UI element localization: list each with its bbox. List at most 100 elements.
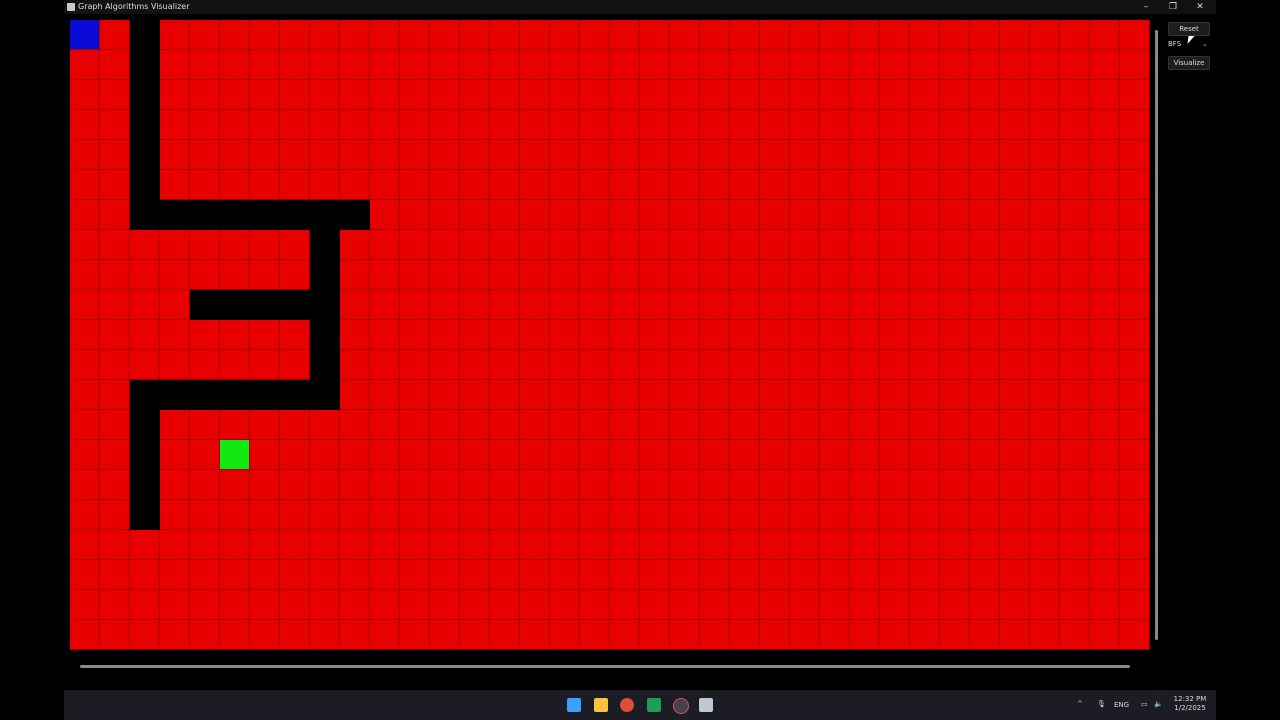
grid-cell[interactable] <box>1000 230 1030 260</box>
grid-cell[interactable] <box>820 110 850 140</box>
grid-cell[interactable] <box>490 140 520 170</box>
grid-cell[interactable] <box>640 440 670 470</box>
grid-cell[interactable] <box>880 50 910 80</box>
grid-cell[interactable] <box>970 440 1000 470</box>
grid-cell[interactable] <box>130 230 160 260</box>
wall-cell[interactable] <box>310 230 340 260</box>
grid-cell[interactable] <box>1000 470 1030 500</box>
wall-cell[interactable] <box>220 200 250 230</box>
grid-cell[interactable] <box>400 260 430 290</box>
grid-cell[interactable] <box>760 590 790 620</box>
grid-cell[interactable] <box>520 380 550 410</box>
grid-cell[interactable] <box>940 290 970 320</box>
grid-cell[interactable] <box>100 350 130 380</box>
grid-cell[interactable] <box>370 560 400 590</box>
grid-cell[interactable] <box>610 260 640 290</box>
grid-cell[interactable] <box>430 20 460 50</box>
grid-cell[interactable] <box>460 50 490 80</box>
grid-cell[interactable] <box>700 410 730 440</box>
grid-cell[interactable] <box>160 320 190 350</box>
grid-cell[interactable] <box>340 20 370 50</box>
grid-cell[interactable] <box>820 170 850 200</box>
grid-cell[interactable] <box>250 590 280 620</box>
grid-cell[interactable] <box>1090 170 1120 200</box>
grid-cell[interactable] <box>490 350 520 380</box>
grid-cell[interactable] <box>700 530 730 560</box>
grid-cell[interactable] <box>880 80 910 110</box>
grid-cell[interactable] <box>370 80 400 110</box>
grid-cell[interactable] <box>100 500 130 530</box>
grid-cell[interactable] <box>280 50 310 80</box>
grid-cell[interactable] <box>970 350 1000 380</box>
grid-cell[interactable] <box>940 500 970 530</box>
grid-cell[interactable] <box>490 20 520 50</box>
grid-cell[interactable] <box>760 80 790 110</box>
grid-cell[interactable] <box>640 380 670 410</box>
grid-cell[interactable] <box>160 560 190 590</box>
grid-cell[interactable] <box>1120 560 1150 590</box>
grid-cell[interactable] <box>610 200 640 230</box>
grid-cell[interactable] <box>820 410 850 440</box>
grid-cell[interactable] <box>730 530 760 560</box>
grid-cell[interactable] <box>850 350 880 380</box>
grid-cell[interactable] <box>160 290 190 320</box>
grid-cell[interactable] <box>520 200 550 230</box>
start-node[interactable] <box>70 20 100 50</box>
close-button[interactable]: ✕ <box>1188 1 1212 13</box>
wall-cell[interactable] <box>130 410 160 440</box>
grid-cell[interactable] <box>220 500 250 530</box>
grid-cell[interactable] <box>190 350 220 380</box>
grid-cell[interactable] <box>250 500 280 530</box>
grid-cell[interactable] <box>880 260 910 290</box>
grid-cell[interactable] <box>760 530 790 560</box>
grid-cell[interactable] <box>490 260 520 290</box>
grid-cell[interactable] <box>130 320 160 350</box>
grid-cell[interactable] <box>130 560 160 590</box>
grid-cell[interactable] <box>460 470 490 500</box>
grid-cell[interactable] <box>250 620 280 650</box>
grid-cell[interactable] <box>880 110 910 140</box>
grid-cell[interactable] <box>670 230 700 260</box>
grid-cell[interactable] <box>790 620 820 650</box>
grid-cell[interactable] <box>1000 410 1030 440</box>
grid-cell[interactable] <box>490 470 520 500</box>
grid-cell[interactable] <box>670 320 700 350</box>
grid-cell[interactable] <box>610 170 640 200</box>
windows-start-icon[interactable] <box>567 698 581 712</box>
grid-cell[interactable] <box>880 230 910 260</box>
grid-cell[interactable] <box>820 290 850 320</box>
grid-cell[interactable] <box>190 530 220 560</box>
grid-cell[interactable] <box>580 410 610 440</box>
grid-cell[interactable] <box>1000 80 1030 110</box>
grid-cell[interactable] <box>610 380 640 410</box>
grid-cell[interactable] <box>1090 80 1120 110</box>
clock[interactable]: 12:32 PM 1/2/2025 <box>1172 695 1208 713</box>
grid-cell[interactable] <box>400 380 430 410</box>
grid-cell[interactable] <box>1060 260 1090 290</box>
grid-cell[interactable] <box>850 500 880 530</box>
grid-cell[interactable] <box>1000 260 1030 290</box>
grid-cell[interactable] <box>100 380 130 410</box>
grid-cell[interactable] <box>850 80 880 110</box>
grid-cell[interactable] <box>100 560 130 590</box>
grid-cell[interactable] <box>940 50 970 80</box>
grid-cell[interactable] <box>1090 200 1120 230</box>
grid-cell[interactable] <box>100 590 130 620</box>
grid-cell[interactable] <box>250 410 280 440</box>
grid-cell[interactable] <box>340 560 370 590</box>
grid-cell[interactable] <box>430 590 460 620</box>
grid-cell[interactable] <box>1000 620 1030 650</box>
grid-cell[interactable] <box>1000 560 1030 590</box>
grid-cell[interactable] <box>400 590 430 620</box>
grid-cell[interactable] <box>460 20 490 50</box>
grid-cell[interactable] <box>1030 110 1060 140</box>
grid-cell[interactable] <box>880 200 910 230</box>
grid-cell[interactable] <box>580 560 610 590</box>
wall-cell[interactable] <box>340 200 370 230</box>
grid-cell[interactable] <box>490 290 520 320</box>
grid-cell[interactable] <box>760 500 790 530</box>
grid-cell[interactable] <box>970 290 1000 320</box>
grid-cell[interactable] <box>850 290 880 320</box>
grid-cell[interactable] <box>760 260 790 290</box>
grid-cell[interactable] <box>550 470 580 500</box>
